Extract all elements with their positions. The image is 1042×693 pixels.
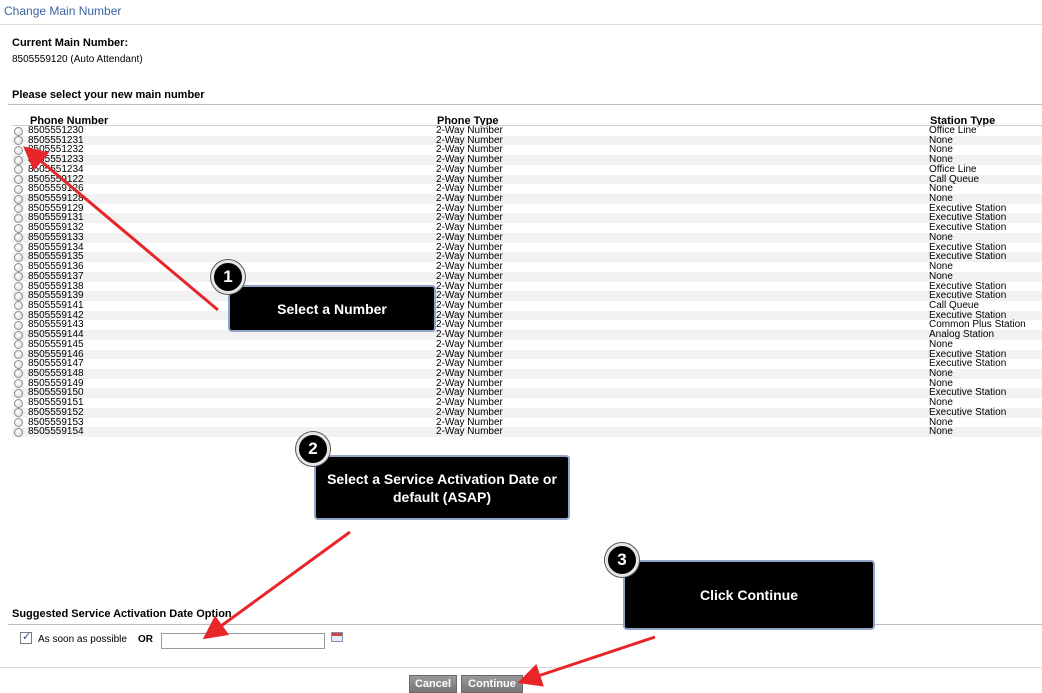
number-radio-button[interactable] xyxy=(14,388,23,398)
table-row[interactable]: 8505559153 2-Way Number None xyxy=(12,417,1042,428)
footer-divider xyxy=(0,667,1042,668)
number-radio-button[interactable] xyxy=(14,194,23,204)
table-row[interactable]: 8505551230 2-Way Number Office Line xyxy=(12,125,1042,136)
table-row[interactable]: 8505559138 2-Way Number Executive Station xyxy=(12,281,1042,292)
number-radio-button[interactable] xyxy=(14,272,23,282)
number-radio-button[interactable] xyxy=(14,243,23,253)
number-radio-button[interactable] xyxy=(14,282,23,291)
table-row[interactable]: 8505559150 2-Way Number Executive Station xyxy=(12,387,1042,398)
table-row[interactable]: 8505559129 2-Way Number Executive Station xyxy=(12,203,1042,214)
number-radio-button[interactable] xyxy=(14,262,23,272)
asap-label: As soon as possible xyxy=(38,634,127,645)
table-row[interactable]: 8505559135 2-Way Number Executive Station xyxy=(12,251,1042,262)
number-radio-button[interactable] xyxy=(14,369,23,379)
number-radio-button[interactable] xyxy=(14,398,23,408)
number-radio-button[interactable] xyxy=(14,252,23,262)
table-row[interactable]: 8505559137 2-Way Number None xyxy=(12,271,1042,282)
callout-click-continue: Click Continue xyxy=(623,560,875,630)
table-row[interactable]: 8505559134 2-Way Number Executive Station xyxy=(12,242,1042,253)
callout-select-number: Select a Number xyxy=(228,285,436,332)
number-radio-button[interactable] xyxy=(14,379,23,389)
calendar-icon[interactable] xyxy=(331,632,343,642)
cancel-button[interactable]: Cancel xyxy=(409,675,457,693)
number-radio-button[interactable] xyxy=(14,301,23,311)
current-main-number-value: 8505559120 (Auto Attendant) xyxy=(12,54,143,65)
number-radio-button[interactable] xyxy=(14,330,23,340)
table-row[interactable]: 8505559139 2-Way Number Executive Station xyxy=(12,290,1042,301)
section-divider xyxy=(8,624,1042,625)
phone-type-cell: 2-Way Number xyxy=(436,426,503,438)
page-title: Change Main Number xyxy=(4,4,122,18)
number-radio-button[interactable] xyxy=(14,165,23,175)
number-radio-button[interactable] xyxy=(14,155,23,165)
number-radio-button[interactable] xyxy=(14,311,23,321)
table-row[interactable]: 8505551232 2-Way Number None xyxy=(12,144,1042,155)
phone-number-cell: 8505559154 xyxy=(28,426,84,438)
table-row[interactable]: 8505559131 2-Way Number Executive Station xyxy=(12,212,1042,223)
number-radio-button[interactable] xyxy=(14,175,23,185)
number-radio-button[interactable] xyxy=(14,126,23,136)
table-row[interactable]: 8505559133 2-Way Number None xyxy=(12,232,1042,243)
number-radio-button[interactable] xyxy=(14,136,23,146)
activation-date-input[interactable] xyxy=(161,633,325,649)
table-row[interactable]: 8505559144 2-Way Number Analog Station xyxy=(12,329,1042,340)
callout-badge-3: 3 xyxy=(605,543,639,577)
table-row[interactable]: 8505559148 2-Way Number None xyxy=(12,368,1042,379)
table-row[interactable]: 8505551231 2-Way Number None xyxy=(12,135,1042,146)
table-row[interactable]: 8505559122 2-Way Number Call Queue xyxy=(12,174,1042,185)
activation-date-label: Suggested Service Activation Date Option xyxy=(12,608,232,620)
number-radio-button[interactable] xyxy=(14,320,23,330)
table-row[interactable]: 8505559142 2-Way Number Executive Station xyxy=(12,310,1042,321)
section-divider xyxy=(8,104,1042,105)
table-row[interactable]: 8505559141 2-Way Number Call Queue xyxy=(12,300,1042,311)
callout-badge-1: 1 xyxy=(211,260,245,294)
number-radio-button[interactable] xyxy=(14,350,23,360)
callout-badge-2: 2 xyxy=(296,432,330,466)
arrow-to-continue xyxy=(517,635,656,687)
table-row[interactable]: 8505559143 2-Way Number Common Plus Statio… xyxy=(12,319,1042,330)
title-divider xyxy=(0,24,1042,25)
table-row[interactable]: 8505559126 2-Way Number None xyxy=(12,183,1042,194)
phone-number-table: 8505551230 2-Way Number Office Line 8505551… xyxy=(12,125,1042,438)
continue-button[interactable]: Continue xyxy=(461,675,523,693)
number-radio-button[interactable] xyxy=(14,291,23,301)
table-row[interactable]: 8505559152 2-Way Number Executive Station xyxy=(12,407,1042,418)
station-type-cell: None xyxy=(929,426,953,438)
number-radio-button[interactable] xyxy=(14,204,23,214)
number-radio-button[interactable] xyxy=(14,427,23,437)
number-radio-button[interactable] xyxy=(14,223,23,233)
table-row[interactable]: 8505559151 2-Way Number None xyxy=(12,397,1042,408)
number-radio-button[interactable] xyxy=(14,213,23,223)
table-row[interactable]: 8505559132 2-Way Number Executive Station xyxy=(12,222,1042,233)
table-row[interactable]: 8505559136 2-Way Number None xyxy=(12,261,1042,272)
callout-activation-date: Select a Service Activation Date or defa… xyxy=(314,455,570,520)
table-row[interactable]: 8505559128 2-Way Number None xyxy=(12,193,1042,204)
number-radio-button[interactable] xyxy=(14,184,23,194)
table-row[interactable]: 8505559147 2-Way Number Executive Station xyxy=(12,358,1042,369)
number-radio-button[interactable] xyxy=(14,340,23,350)
select-new-number-label: Please select your new main number xyxy=(12,89,205,101)
number-radio-button[interactable] xyxy=(14,145,23,155)
table-row[interactable]: 8505551233 2-Way Number None xyxy=(12,154,1042,165)
table-row[interactable]: 8505559145 2-Way Number None xyxy=(12,339,1042,350)
asap-checkbox[interactable] xyxy=(20,630,32,644)
table-row[interactable]: 8505551234 2-Way Number Office Line xyxy=(12,164,1042,175)
table-row[interactable]: 8505559149 2-Way Number None xyxy=(12,378,1042,389)
or-label: OR xyxy=(138,634,153,645)
current-main-number-label: Current Main Number: xyxy=(12,37,129,49)
number-radio-button[interactable] xyxy=(14,359,23,369)
table-row[interactable]: 8505559154 2-Way Number None xyxy=(12,426,1042,438)
number-radio-button[interactable] xyxy=(14,418,23,428)
number-radio-button[interactable] xyxy=(14,233,23,243)
table-row[interactable]: 8505559146 2-Way Number Executive Station xyxy=(12,349,1042,360)
number-radio-button[interactable] xyxy=(14,408,23,418)
